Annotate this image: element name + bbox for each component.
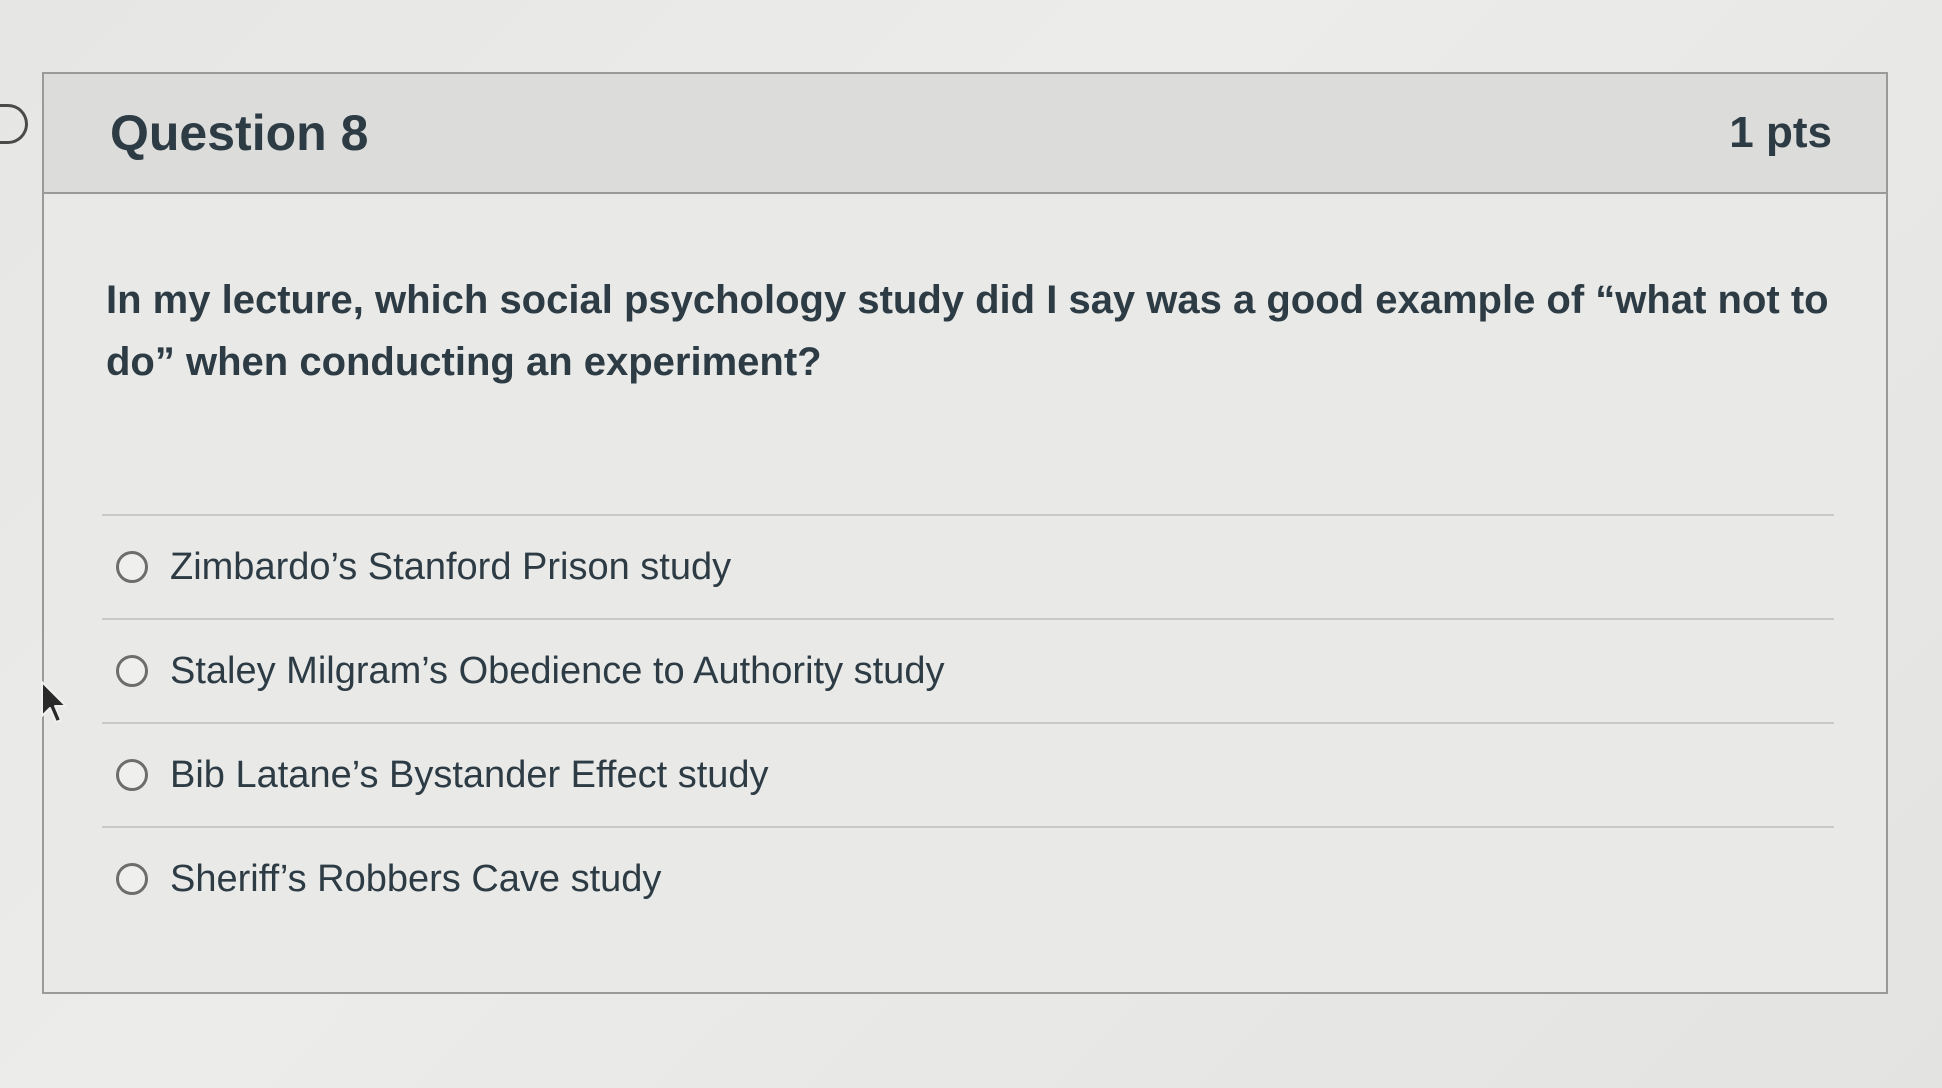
answer-option-4[interactable]: Sheriff’s Robbers Cave study <box>102 828 1834 930</box>
radio-button-icon[interactable] <box>116 759 148 791</box>
answer-label[interactable]: Sheriff’s Robbers Cave study <box>170 858 661 901</box>
radio-button-icon[interactable] <box>116 551 148 583</box>
question-text: In my lecture, which social psychology s… <box>106 278 1829 384</box>
answer-label[interactable]: Bib Latane’s Bystander Effect study <box>170 754 769 797</box>
radio-button-icon[interactable] <box>116 655 148 687</box>
answer-option-1[interactable]: Zimbardo’s Stanford Prison study <box>102 516 1834 618</box>
question-points: 1 pts <box>1729 108 1832 157</box>
answer-label[interactable]: Staley Milgram’s Obedience to Authority … <box>170 650 944 693</box>
answer-option-2[interactable]: Staley Milgram’s Obedience to Authority … <box>102 620 1834 722</box>
bookmark-icon[interactable] <box>0 104 28 144</box>
radio-button-icon[interactable] <box>116 863 148 895</box>
mouse-pointer-icon <box>41 681 67 723</box>
question-header: Question 8 1 pts <box>44 74 1886 194</box>
answer-list: Zimbardo’s Stanford Prison study Staley … <box>102 514 1834 930</box>
answer-label[interactable]: Zimbardo’s Stanford Prison study <box>170 546 731 589</box>
question-title: Question 8 <box>110 105 369 161</box>
answer-option-3[interactable]: Bib Latane’s Bystander Effect study <box>102 724 1834 826</box>
question-card: Question 8 1 pts In my lecture, which so… <box>42 72 1888 994</box>
